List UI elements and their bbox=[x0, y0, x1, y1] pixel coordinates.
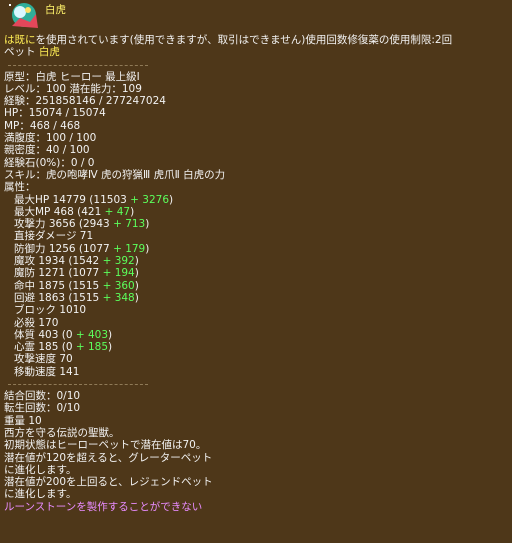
description-line: に進化します。 bbox=[4, 463, 77, 476]
attribute-tail: ) bbox=[134, 255, 139, 268]
attribute-label: 攻撃速度 70 bbox=[14, 353, 73, 366]
stat-line: 満腹度：100 / 100 bbox=[4, 132, 97, 145]
attribute-label: ブロック 1010 bbox=[14, 304, 87, 317]
attribute-tail: ) bbox=[134, 291, 139, 304]
attribute-label: 最大HP 14779 (11503 bbox=[14, 193, 131, 206]
attribute-bonus: + 392 bbox=[102, 255, 135, 268]
stat-line: HP：15074 / 15074 bbox=[4, 107, 106, 120]
attribute-tail: ) bbox=[108, 328, 113, 341]
attribute-label: 最大MP 468 (421 bbox=[14, 205, 105, 218]
attribute-label: 回避 1863 (1515 bbox=[14, 291, 103, 304]
tooltip-header: 白虎 bbox=[4, 0, 508, 34]
usage-prefix: は既に bbox=[4, 34, 36, 46]
attribute-bonus: + 403 bbox=[75, 328, 109, 341]
attribute-line: ブロック 1010 bbox=[14, 304, 508, 316]
stat-line: MP：468 / 468 bbox=[4, 119, 81, 132]
attribute-bonus: + 348 bbox=[102, 291, 135, 304]
attribute-line: 心霊 185 (0 + 185) bbox=[14, 341, 508, 353]
attribute-line: 命中 1875 (1515 + 360) bbox=[14, 280, 508, 292]
attribute-tail: ) bbox=[130, 205, 135, 218]
extra-section: 結合回数：0/10 転生回数：0/10 重量 10 西方を守る伝説の聖獣。 初期状態はヒ… bbox=[4, 390, 508, 501]
white-tiger-pet-icon bbox=[6, 0, 42, 32]
stats-section: 原型：白虎 ヒーロー 最上級Ⅰ レベル：100 潜在能力：109 経験：251858… bbox=[4, 71, 508, 194]
attribute-line: 魔防 1271 (1077 + 194) bbox=[14, 267, 508, 279]
pet-name: 白虎 bbox=[45, 4, 66, 16]
attribute-label: 移動速度 141 bbox=[14, 365, 80, 378]
attribute-line: 最大MP 468 (421 + 47) bbox=[14, 206, 508, 218]
stat-line: 経験：251858146 / 277247024 bbox=[4, 95, 166, 108]
attribute-label: 命中 1875 (1515 bbox=[14, 279, 103, 292]
description-line: に進化します。 bbox=[4, 488, 77, 501]
attribute-label: 攻撃力 3656 (2943 bbox=[14, 218, 114, 231]
attribute-bonus: + 179 bbox=[113, 242, 146, 255]
attribute-tail: ) bbox=[134, 267, 139, 280]
attribute-line: 体質 403 (0 + 403) bbox=[14, 329, 508, 341]
attribute-bonus: + 185 bbox=[75, 341, 109, 354]
attribute-tail: ) bbox=[134, 279, 139, 292]
divider bbox=[8, 384, 148, 386]
attribute-bonus: + 360 bbox=[102, 279, 135, 292]
attribute-tail: ) bbox=[145, 242, 150, 255]
description-line: 潜在値が200を上回ると、レジェンドペット bbox=[4, 476, 213, 489]
attribute-bonus: + 3276 bbox=[130, 193, 170, 206]
pet-type-label: ペット bbox=[4, 46, 36, 59]
attribute-line: 回避 1863 (1515 + 348) bbox=[14, 292, 508, 304]
attribute-label: 魔攻 1934 (1542 bbox=[14, 255, 103, 268]
attribute-label: 魔防 1271 (1077 bbox=[14, 267, 103, 280]
stat-line: 属性： bbox=[4, 181, 36, 194]
stat-line: 経験石(0%)：0 / 0 bbox=[4, 156, 95, 169]
description-line: 重量 10 bbox=[4, 414, 42, 427]
pet-type-name: 白虎 bbox=[38, 46, 60, 59]
usage-restriction-line: は既にを使用されています(使用できますが、取引はできません)使用回数修復薬の使用… bbox=[4, 34, 508, 46]
stat-line: 原型：白虎 ヒーロー 最上級Ⅰ bbox=[4, 70, 140, 83]
rune-warning: ルーンストーンを製作することができない bbox=[4, 500, 203, 513]
attribute-line: 防御力 1256 (1077 + 179) bbox=[14, 243, 508, 255]
attribute-tail: ) bbox=[145, 218, 150, 231]
pet-type-line: ペット 白虎 bbox=[4, 46, 508, 58]
description-line: 初期状態はヒーローペットで潜在値は70。 bbox=[4, 439, 207, 452]
attribute-tail: ) bbox=[108, 341, 113, 354]
attribute-line: 魔攻 1934 (1542 + 392) bbox=[14, 255, 508, 267]
description-line: 結合回数：0/10 bbox=[4, 390, 81, 403]
description-line: 転生回数：0/10 bbox=[4, 402, 81, 415]
description-line: 潜在値が120を超えると、グレーターペット bbox=[4, 451, 213, 464]
attributes-section: 最大HP 14779 (11503 + 3276) 最大MP 468 (421 +… bbox=[4, 194, 508, 378]
attribute-line: 最大HP 14779 (11503 + 3276) bbox=[14, 194, 508, 206]
attribute-line: 必殺 170 bbox=[14, 317, 508, 329]
attribute-bonus: + 194 bbox=[102, 267, 135, 280]
attribute-label: 防御力 1256 (1077 bbox=[14, 242, 114, 255]
attribute-tail: ) bbox=[169, 193, 174, 206]
description-line: 西方を守る伝説の聖獣。 bbox=[4, 426, 120, 439]
attribute-label: 必殺 170 bbox=[14, 316, 59, 329]
item-tooltip: 白虎 は既にを使用されています(使用できますが、取引はできません)使用回数修復薬… bbox=[0, 0, 512, 543]
divider bbox=[8, 64, 148, 66]
usage-text: を使用されています(使用できますが、取引はできません)使用回数修復薬の使用制限:… bbox=[35, 34, 453, 46]
attribute-line: 直接ダメージ 71 bbox=[14, 230, 508, 242]
stat-line: スキル：虎の咆哮Ⅳ 虎の狩猟Ⅲ 虎爪Ⅱ 白虎の力 bbox=[4, 168, 226, 181]
stat-line: 親密度：40 / 100 bbox=[4, 144, 90, 157]
attribute-label: 体質 403 (0 bbox=[14, 328, 76, 341]
attribute-line: 攻撃速度 70 bbox=[14, 353, 508, 365]
stat-line: レベル：100 潜在能力：109 bbox=[4, 82, 142, 95]
attribute-label: 直接ダメージ 71 bbox=[14, 230, 94, 243]
attribute-bonus: + 713 bbox=[113, 218, 146, 231]
attribute-line: 攻撃力 3656 (2943 + 713) bbox=[14, 218, 508, 230]
attribute-bonus: + 47 bbox=[104, 205, 131, 218]
attribute-line: 移動速度 141 bbox=[14, 366, 508, 378]
attribute-label: 心霊 185 (0 bbox=[14, 341, 76, 354]
